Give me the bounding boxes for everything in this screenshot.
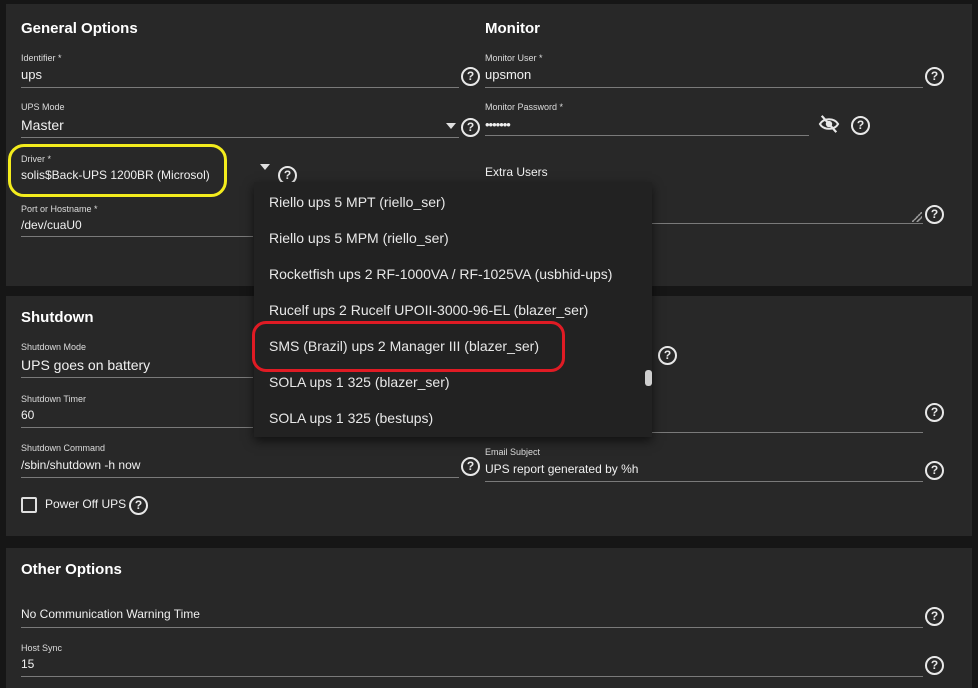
shutdown-command-input[interactable]: /sbin/shutdown -h now — [21, 458, 140, 472]
sms-option-highlight-annotation — [252, 321, 565, 372]
shutdown-command-underline — [21, 477, 459, 478]
extra-users-label: Extra Users — [485, 165, 548, 179]
other-options-title: Other Options — [21, 561, 122, 578]
identifier-input[interactable]: ups — [21, 67, 42, 82]
shutdown-command-label: Shutdown Command — [21, 443, 106, 453]
monitor-password-label: Monitor Password * — [485, 102, 564, 112]
identifier-underline — [21, 87, 459, 88]
help-circle-icon[interactable]: ? — [658, 346, 677, 365]
dropdown-option[interactable]: SOLA ups 1 325 (bestups) — [269, 410, 433, 426]
monitor-password-input[interactable]: ••••••• — [485, 117, 511, 132]
help-circle-icon[interactable]: ? — [925, 607, 944, 626]
ups-mode-label: UPS Mode — [21, 102, 65, 112]
port-underline — [21, 236, 253, 237]
extra-users-underline — [652, 223, 923, 224]
shutdown-mode-label: Shutdown Mode — [21, 342, 87, 352]
port-label: Port or Hostname * — [21, 204, 98, 214]
help-circle-icon[interactable]: ? — [461, 457, 480, 476]
monitor-user-input[interactable]: upsmon — [485, 67, 531, 82]
email-subject-label: Email Subject — [485, 447, 541, 457]
dropdown-option[interactable]: SOLA ups 1 325 (blazer_ser) — [269, 374, 450, 390]
dropdown-scrollbar[interactable] — [645, 370, 652, 386]
general-options-title: General Options — [21, 20, 138, 37]
help-circle-icon[interactable]: ? — [925, 403, 944, 422]
dropdown-option[interactable]: Riello ups 5 MPT (riello_ser) — [269, 194, 445, 210]
help-circle-icon[interactable]: ? — [925, 205, 944, 224]
power-off-ups-checkbox[interactable] — [21, 497, 37, 513]
dropdown-option[interactable]: Rocketfish ups 2 RF-1000VA / RF-1025VA (… — [269, 266, 612, 282]
help-circle-icon[interactable]: ? — [851, 116, 870, 135]
ups-mode-select[interactable]: Master — [21, 117, 64, 133]
dropdown-option[interactable]: Riello ups 5 MPM (riello_ser) — [269, 230, 449, 246]
identifier-label: Identifier * — [21, 53, 62, 63]
host-sync-label: Host Sync — [21, 643, 63, 653]
caret-down-icon[interactable] — [260, 164, 270, 170]
shutdown-mode-select[interactable]: UPS goes on battery — [21, 357, 150, 373]
power-off-ups-label: Power Off UPS — [45, 497, 127, 511]
help-circle-icon[interactable]: ? — [461, 67, 480, 86]
help-circle-icon[interactable]: ? — [925, 656, 944, 675]
monitor-password-underline — [485, 135, 809, 136]
shutdown-timer-input[interactable]: 60 — [21, 408, 34, 422]
monitor-title: Monitor — [485, 20, 540, 37]
driver-dropdown-panel[interactable]: Riello ups 5 MPT (riello_ser) Riello ups… — [254, 182, 652, 437]
driver-highlight-annotation — [8, 144, 227, 197]
ups-mode-underline — [21, 137, 459, 138]
no-comm-underline — [21, 627, 923, 628]
shutdown-title: Shutdown — [21, 309, 94, 326]
monitor-user-label: Monitor User * — [485, 53, 543, 63]
port-input[interactable]: /dev/cuaU0 — [21, 218, 82, 232]
right-field-underline — [652, 432, 923, 433]
caret-down-icon[interactable] — [446, 123, 456, 129]
host-sync-input[interactable]: 15 — [21, 657, 34, 671]
textarea-resize-handle[interactable] — [912, 212, 922, 222]
shutdown-timer-label: Shutdown Timer — [21, 394, 87, 404]
no-comm-warning-input[interactable]: No Communication Warning Time — [21, 607, 200, 621]
eye-off-icon[interactable] — [818, 114, 840, 134]
help-circle-icon[interactable]: ? — [925, 67, 944, 86]
host-sync-underline — [21, 676, 923, 677]
monitor-user-underline — [485, 87, 923, 88]
help-circle-icon[interactable]: ? — [925, 461, 944, 480]
email-subject-input[interactable]: UPS report generated by %h — [485, 462, 638, 476]
email-subject-underline — [485, 481, 923, 482]
help-circle-icon[interactable]: ? — [461, 118, 480, 137]
shutdown-timer-underline — [21, 427, 253, 428]
help-circle-icon[interactable]: ? — [129, 496, 148, 515]
dropdown-option[interactable]: Rucelf ups 2 Rucelf UPOII-3000-96-EL (bl… — [269, 302, 588, 318]
shutdown-mode-underline — [21, 377, 253, 378]
